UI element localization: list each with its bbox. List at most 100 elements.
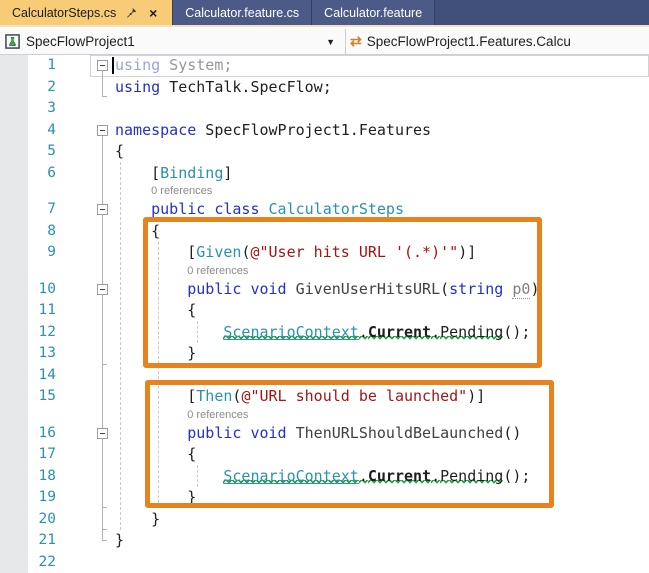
pin-icon[interactable] — [124, 6, 138, 20]
breakpoint-gutter[interactable] — [0, 141, 28, 163]
outline-margin — [64, 279, 115, 301]
collapse-icon[interactable] — [97, 428, 108, 439]
breakpoint-gutter[interactable] — [0, 279, 28, 301]
outline-margin — [64, 300, 115, 322]
breakpoint-gutter[interactable] — [0, 423, 28, 445]
line-number: 14 — [28, 365, 64, 387]
breakpoint-gutter[interactable] — [0, 163, 28, 185]
code-text[interactable]: public void GivenUserHitsURL(string p0) — [115, 279, 649, 301]
outline-margin — [64, 322, 115, 344]
line-number: 5 — [28, 141, 64, 163]
breakpoint-gutter[interactable] — [0, 530, 28, 552]
breakpoint-gutter[interactable] — [0, 242, 28, 264]
codelens-references[interactable]: 0 references — [115, 184, 649, 199]
breakpoint-gutter[interactable] — [0, 487, 28, 509]
outline-margin — [64, 530, 115, 552]
code-line-1: 1 using System; — [0, 55, 649, 77]
text-caret — [112, 57, 114, 74]
code-text[interactable]: } — [115, 530, 649, 552]
code-text[interactable]: [Then(@"URL should be launched")] — [115, 386, 649, 408]
line-number: 1 — [28, 55, 64, 77]
outline-margin — [64, 444, 115, 466]
collapse-icon[interactable] — [97, 125, 108, 136]
tab-label: Calculator.feature.cs — [185, 6, 299, 20]
line-number: 2 — [28, 77, 64, 99]
line-number: 8 — [28, 221, 64, 243]
line-number: 11 — [28, 300, 64, 322]
code-line-7: 7 public class CalculatorSteps — [0, 199, 649, 221]
code-line-9: 9 [Given(@"User hits URL '(.*)'")] — [0, 242, 649, 264]
line-number: 21 — [28, 530, 64, 552]
code-text[interactable]: using System; — [115, 55, 649, 77]
line-number: 10 — [28, 279, 64, 301]
breakpoint-gutter[interactable] — [0, 221, 28, 243]
line-number: 9 — [28, 242, 64, 264]
member-dropdown[interactable]: ⇄ SpecFlowProject1.Features.Calcu — [346, 29, 649, 54]
code-text[interactable]: [Given(@"User hits URL '(.*)'")] — [115, 242, 649, 264]
codelens-row: 0 references — [0, 408, 649, 423]
breakpoint-gutter[interactable] — [0, 386, 28, 408]
code-text[interactable]: { — [115, 141, 649, 163]
code-line-13: 13 } — [0, 343, 649, 365]
close-icon[interactable]: × — [146, 6, 160, 20]
code-text[interactable]: { — [115, 221, 649, 243]
code-text[interactable]: { — [115, 300, 649, 322]
outline-margin — [64, 120, 115, 142]
outline-margin — [64, 98, 115, 120]
code-text[interactable] — [115, 552, 649, 573]
code-text[interactable]: [Binding] — [115, 163, 649, 185]
outline-margin — [64, 221, 115, 243]
code-text[interactable]: ScenarioContext.Current.Pending(); — [115, 322, 649, 344]
vs-editor-window: CalculatorSteps.cs × Calculator.feature.… — [0, 0, 649, 573]
code-text[interactable]: namespace SpecFlowProject1.Features — [115, 120, 649, 142]
tab-calculator-feature-cs[interactable]: Calculator.feature.cs — [173, 0, 312, 25]
code-line-20: 20 } — [0, 509, 649, 531]
tab-calculatorsteps-cs[interactable]: CalculatorSteps.cs × — [0, 0, 173, 25]
code-text[interactable]: } — [115, 343, 649, 365]
codelens-references[interactable]: 0 references — [115, 264, 649, 279]
breakpoint-gutter[interactable] — [0, 77, 28, 99]
breakpoint-gutter[interactable] — [0, 509, 28, 531]
collapse-icon[interactable] — [97, 204, 108, 215]
code-text[interactable]: using TechTalk.SpecFlow; — [115, 77, 649, 99]
line-number: 15 — [28, 386, 64, 408]
outline-margin — [64, 343, 115, 365]
code-line-22: 22 — [0, 552, 649, 573]
code-editor[interactable]: 1using System;2using TechTalk.SpecFlow;3… — [0, 55, 649, 573]
code-text[interactable]: } — [115, 509, 649, 531]
code-text[interactable] — [115, 365, 649, 387]
codelens-references[interactable]: 0 references — [115, 408, 649, 423]
collapse-icon[interactable] — [97, 60, 108, 71]
outline-margin — [64, 163, 115, 185]
code-text[interactable]: { — [115, 444, 649, 466]
breakpoint-gutter[interactable] — [0, 466, 28, 488]
tab-calculator-feature[interactable]: Calculator.feature — [312, 0, 435, 25]
line-number: 20 — [28, 509, 64, 531]
chevron-down-icon[interactable]: ▼ — [326, 37, 335, 47]
outline-margin — [64, 141, 115, 163]
project-dropdown[interactable]: SpecFlowProject1 ▼ — [0, 29, 345, 54]
breakpoint-gutter[interactable] — [0, 343, 28, 365]
collapse-icon[interactable] — [97, 284, 108, 295]
line-number: 16 — [28, 423, 64, 445]
line-number: 6 — [28, 163, 64, 185]
codelens-row: 0 references — [0, 264, 649, 279]
breakpoint-gutter[interactable] — [0, 98, 28, 120]
codelens-row: 0 references — [0, 184, 649, 199]
code-text[interactable]: ScenarioContext.Current.Pending(); — [115, 466, 649, 488]
code-lines: 1using System;2using TechTalk.SpecFlow;3… — [0, 55, 649, 573]
breakpoint-gutter[interactable] — [0, 300, 28, 322]
breakpoint-gutter[interactable] — [0, 365, 28, 387]
breakpoint-gutter[interactable] — [0, 444, 28, 466]
breakpoint-gutter[interactable] — [0, 322, 28, 344]
code-text[interactable]: public void ThenURLShouldBeLaunched() — [115, 423, 649, 445]
breakpoint-gutter[interactable] — [0, 199, 28, 221]
breakpoint-gutter[interactable] — [0, 552, 28, 573]
code-text[interactable]: } — [115, 487, 649, 509]
code-line-2: 2 using TechTalk.SpecFlow; — [0, 77, 649, 99]
breakpoint-gutter[interactable] — [0, 55, 28, 77]
code-text[interactable] — [115, 98, 649, 120]
breakpoint-gutter[interactable] — [0, 120, 28, 142]
project-dropdown-value: SpecFlowProject1 — [26, 34, 326, 49]
code-text[interactable]: public class CalculatorSteps — [115, 199, 649, 221]
